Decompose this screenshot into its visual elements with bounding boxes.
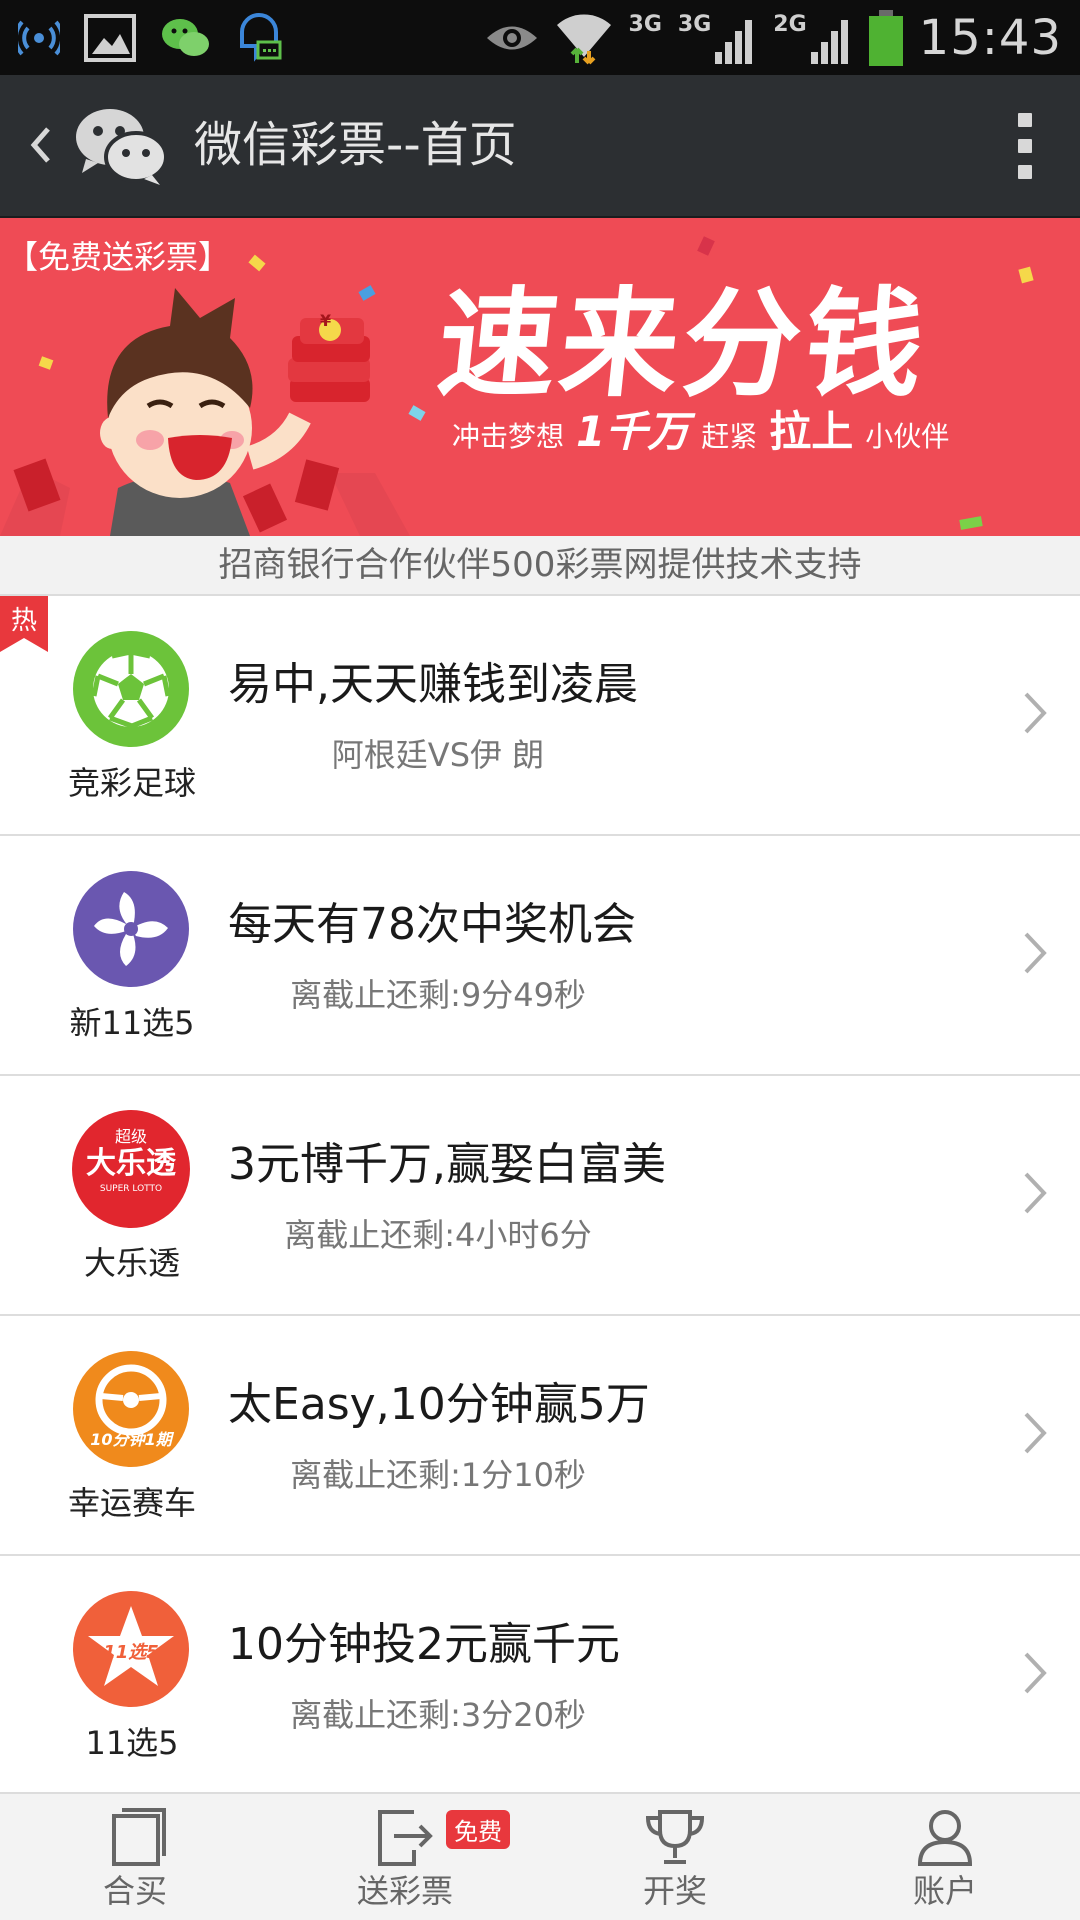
- chat-bubble-icon: [240, 13, 282, 62]
- page-title: 微信彩票--首页: [194, 117, 517, 173]
- banner-sub-text: 小伙伴: [865, 420, 950, 453]
- banner-headline: 速来分钱: [431, 274, 935, 413]
- banner-tag: 【免费送彩票】: [6, 238, 231, 276]
- wifi-antenna-icon: [18, 20, 60, 56]
- lottery-subtitle: 离截止还剩:4小时6分: [284, 1216, 592, 1254]
- network-indicator-2g: 2G: [773, 12, 852, 64]
- list-item-lucky-racing[interactable]: 10分钟1期 幸运赛车 太Easy,10分钟赢5万 离截止还剩:1分10秒: [0, 1316, 1080, 1556]
- image-icon: [84, 14, 136, 62]
- tab-group-buy[interactable]: 合买: [0, 1794, 270, 1920]
- banner-sub-text: 赶紧: [701, 420, 758, 453]
- soccer-ball-icon: [73, 631, 189, 747]
- lottery-list: 热 竞彩足球 易中,天天赚钱到凌晨 阿根廷VS伊 朗 新11选5 每天有78次中…: [0, 596, 1080, 1796]
- icon-text-bottom: SUPER LOTTO: [99, 1184, 163, 1194]
- chevron-right-icon: [1024, 1172, 1047, 1214]
- chevron-right-icon: [1024, 692, 1047, 734]
- sponsor-text: 招商银行合作伙伴500彩票网提供技术支持: [0, 536, 1080, 596]
- bottom-tab-bar: 合买 免费 送彩票 开奖 账户: [0, 1792, 1080, 1920]
- pinwheel-icon: [73, 871, 189, 987]
- icon-text-main: 大乐透: [86, 1146, 176, 1181]
- lottery-headline: 太Easy,10分钟赢5万: [228, 1379, 650, 1430]
- network-label: 3G: [677, 12, 712, 37]
- promo-banner[interactable]: 【免费送彩票】 速来分钱 冲击梦想 1千万 赶紧 拉上 小伙伴 ¥: [0, 218, 1080, 536]
- chevron-right-icon: [1024, 1652, 1047, 1694]
- user-icon: [917, 1810, 973, 1866]
- super-lotto-icon: 超级 大乐透 SUPER LOTTO: [72, 1110, 190, 1228]
- status-time: 15:43: [918, 10, 1062, 66]
- wechat-icon: [162, 19, 209, 56]
- signal-icon: [810, 20, 848, 64]
- group-buy-icon: [112, 1808, 166, 1866]
- chevron-right-icon: [1024, 1412, 1047, 1454]
- lottery-subtitle: 离截止还剩:3分20秒: [290, 1696, 586, 1734]
- lottery-headline: 3元博千万,赢娶白富美: [228, 1139, 666, 1190]
- star-icon: 11选5: [72, 1590, 190, 1708]
- more-icon[interactable]: [1010, 113, 1040, 179]
- trophy-icon: [645, 1810, 705, 1864]
- list-item-jingcai-football[interactable]: 热 竞彩足球 易中,天天赚钱到凌晨 阿根廷VS伊 朗: [0, 596, 1080, 836]
- chevron-right-icon: [1024, 932, 1047, 974]
- banner-sub-text: 冲击梦想: [452, 420, 565, 453]
- eye-icon: [486, 26, 537, 50]
- list-item-new-11x5[interactable]: 新11选5 每天有78次中奖机会 离截止还剩:9分49秒: [0, 836, 1080, 1076]
- tab-label: 合买: [102, 1872, 167, 1910]
- lottery-subtitle: 阿根廷VS伊 朗: [331, 736, 545, 774]
- tab-label: 送彩票: [356, 1872, 453, 1910]
- app-header: 微信彩票--首页: [0, 75, 1080, 218]
- lottery-headline: 每天有78次中奖机会: [228, 899, 636, 950]
- tab-draw-results[interactable]: 开奖: [540, 1794, 810, 1920]
- steering-wheel-icon: 10分钟1期: [72, 1350, 190, 1468]
- lottery-name: 11选5: [85, 1724, 179, 1762]
- network-label: 3G: [628, 12, 662, 37]
- status-bar-right: 3G 3G 2G 15:43: [485, 8, 1062, 68]
- wechat-logo-icon: [76, 109, 168, 185]
- banner-sub-emphasis: 拉上: [769, 407, 854, 456]
- hot-badge-label: 热: [10, 606, 37, 636]
- tab-label: 开奖: [642, 1872, 707, 1910]
- network-indicator-3g-b: 3G: [678, 12, 757, 64]
- lottery-headline: 10分钟投2元赢千元: [228, 1619, 620, 1670]
- lottery-headline: 易中,天天赚钱到凌晨: [228, 659, 638, 710]
- coin-symbol: ¥: [320, 311, 332, 330]
- banner-subtitle: 冲击梦想 1千万 赶紧 拉上 小伙伴: [452, 398, 949, 459]
- lottery-subtitle: 离截止还剩:1分10秒: [290, 1456, 586, 1494]
- signal-icon: [715, 20, 753, 64]
- icon-text: 10分钟1期: [90, 1430, 172, 1449]
- status-bar: 3G 3G 2G 15:43: [0, 0, 1080, 75]
- free-badge: 免费: [446, 1810, 510, 1849]
- icon-text: 11选5: [103, 1642, 159, 1663]
- lottery-name: 大乐透: [83, 1244, 180, 1282]
- wifi-icon: [556, 14, 611, 65]
- tab-label: 账户: [912, 1872, 977, 1910]
- battery-icon: [868, 10, 903, 66]
- lottery-name: 竞彩足球: [67, 764, 196, 802]
- network-label: 2G: [773, 12, 807, 37]
- list-item-11x5[interactable]: 11选5 11选5 10分钟投2元赢千元 离截止还剩:3分20秒: [0, 1556, 1080, 1796]
- lottery-name: 幸运赛车: [67, 1484, 196, 1522]
- send-icon: [378, 1810, 433, 1866]
- tab-send-lottery[interactable]: 免费 送彩票: [270, 1794, 540, 1920]
- status-bar-left: [18, 10, 282, 66]
- tab-account[interactable]: 账户: [810, 1794, 1080, 1920]
- banner-sub-amount: 1千万: [576, 407, 690, 456]
- lottery-subtitle: 离截止还剩:9分49秒: [290, 976, 586, 1014]
- icon-text-top: 超级: [114, 1127, 147, 1146]
- lottery-name: 新11选5: [69, 1004, 195, 1042]
- back-icon[interactable]: [20, 115, 60, 175]
- list-item-super-lotto[interactable]: 超级 大乐透 SUPER LOTTO 大乐透 3元博千万,赢娶白富美 离截止还剩…: [0, 1076, 1080, 1316]
- network-indicator-3g-a: 3G: [629, 12, 662, 64]
